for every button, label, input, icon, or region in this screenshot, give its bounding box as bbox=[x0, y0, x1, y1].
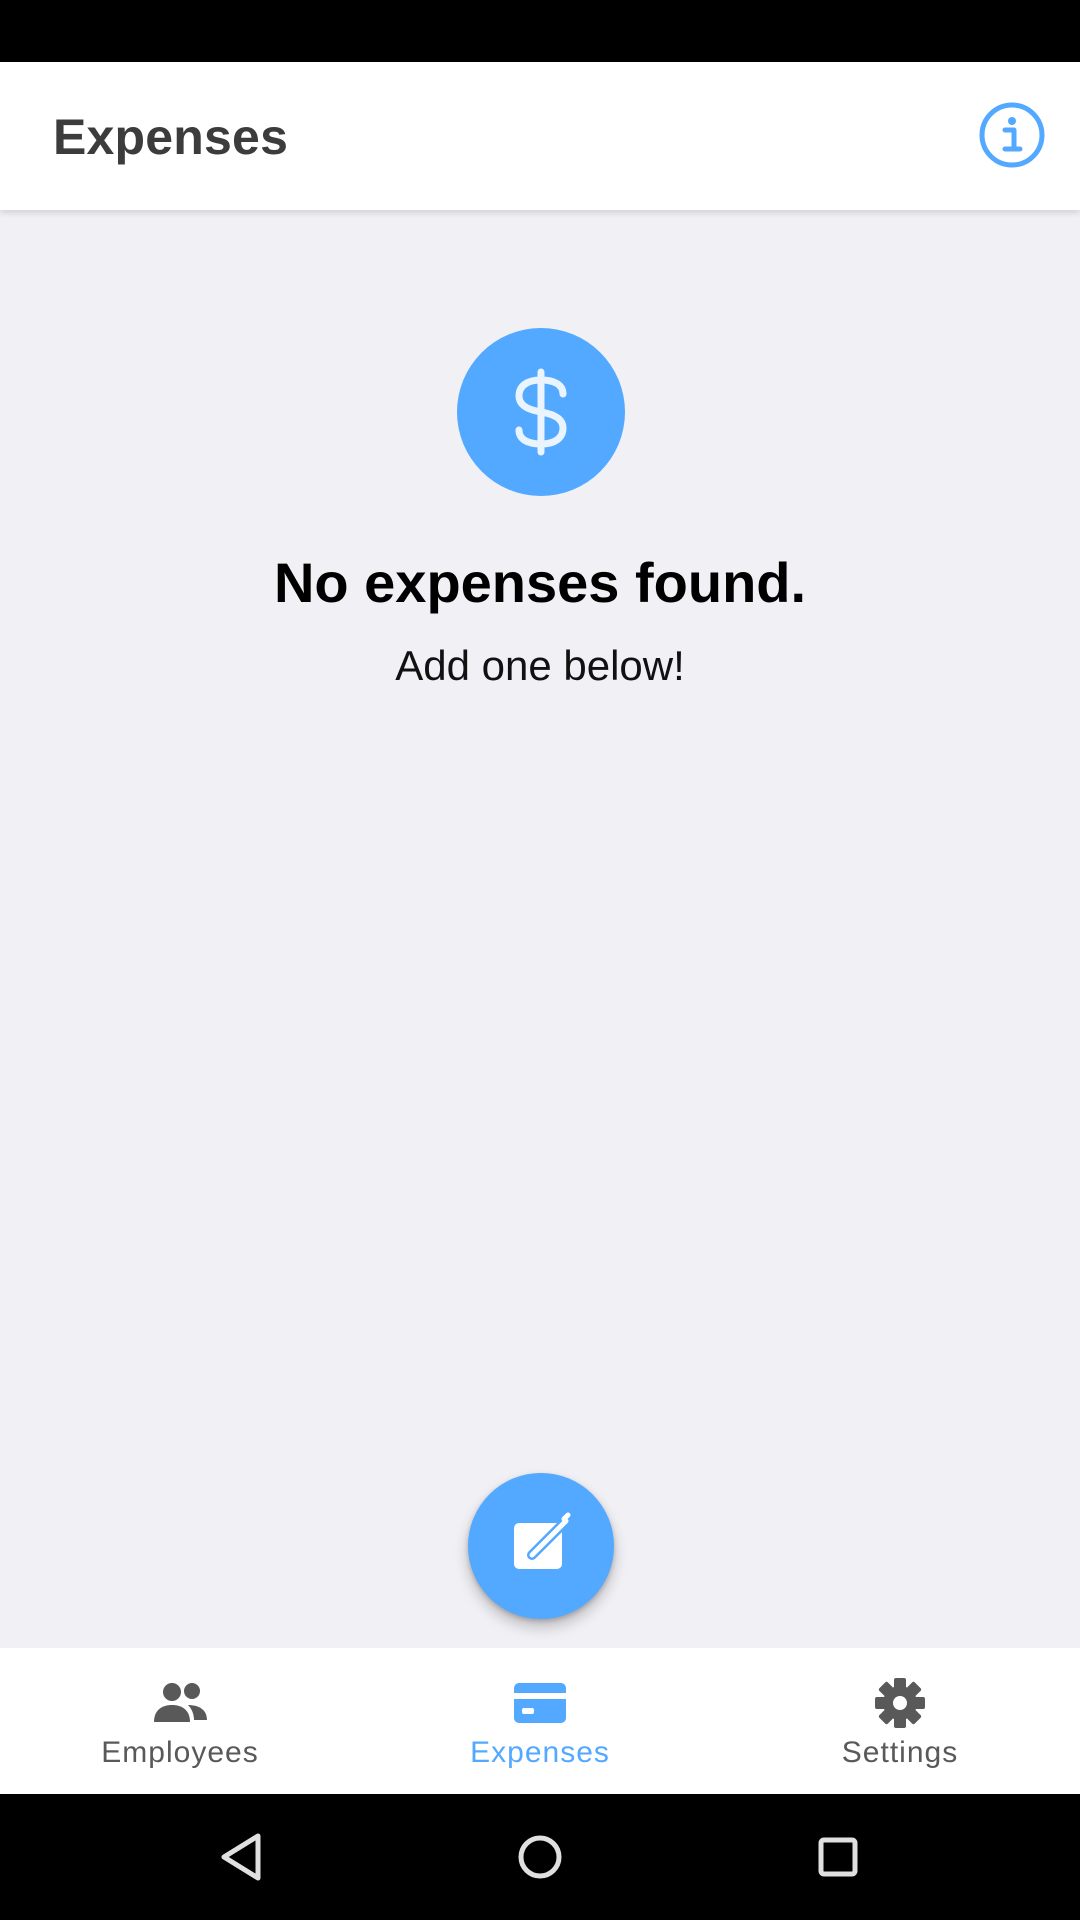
nav-item-settings[interactable]: Settings bbox=[720, 1648, 1080, 1794]
bottom-navigation: Employees Expenses Settings bbox=[0, 1648, 1080, 1794]
nav-label-employees: Employees bbox=[101, 1736, 259, 1769]
system-home-button[interactable] bbox=[505, 1822, 575, 1892]
people-icon bbox=[154, 1683, 207, 1722]
dollar-sign-icon bbox=[515, 368, 567, 456]
system-navigation-bar bbox=[0, 1794, 1080, 1920]
recents-square-icon bbox=[818, 1837, 858, 1877]
edit-note-icon bbox=[514, 1512, 571, 1569]
info-button[interactable] bbox=[976, 99, 1048, 171]
nav-item-expenses[interactable]: Expenses bbox=[360, 1648, 720, 1794]
add-expense-button[interactable] bbox=[468, 1473, 614, 1619]
nav-label-expenses: Expenses bbox=[470, 1736, 610, 1769]
empty-state-subtitle: Add one below! bbox=[395, 642, 685, 689]
gear-icon bbox=[875, 1678, 925, 1728]
credit-card-icon bbox=[514, 1683, 566, 1723]
home-circle-icon bbox=[518, 1835, 562, 1879]
status-bar bbox=[0, 0, 1080, 62]
nav-label-settings: Settings bbox=[841, 1736, 959, 1769]
screen: Expenses No expenses found. Add one belo… bbox=[0, 0, 1080, 1920]
expenses-content: No expenses found. Add one below! bbox=[0, 210, 1080, 1648]
empty-state-badge bbox=[457, 328, 625, 496]
app-bar: Expenses bbox=[0, 62, 1080, 210]
system-recents-button[interactable] bbox=[803, 1822, 873, 1892]
empty-state-title: No expenses found. bbox=[273, 551, 807, 614]
page-title: Expenses bbox=[53, 109, 289, 165]
info-circle-icon bbox=[979, 102, 1045, 168]
nav-item-employees[interactable]: Employees bbox=[0, 1648, 360, 1794]
back-triangle-icon bbox=[221, 1833, 261, 1881]
system-back-button[interactable] bbox=[206, 1822, 276, 1892]
